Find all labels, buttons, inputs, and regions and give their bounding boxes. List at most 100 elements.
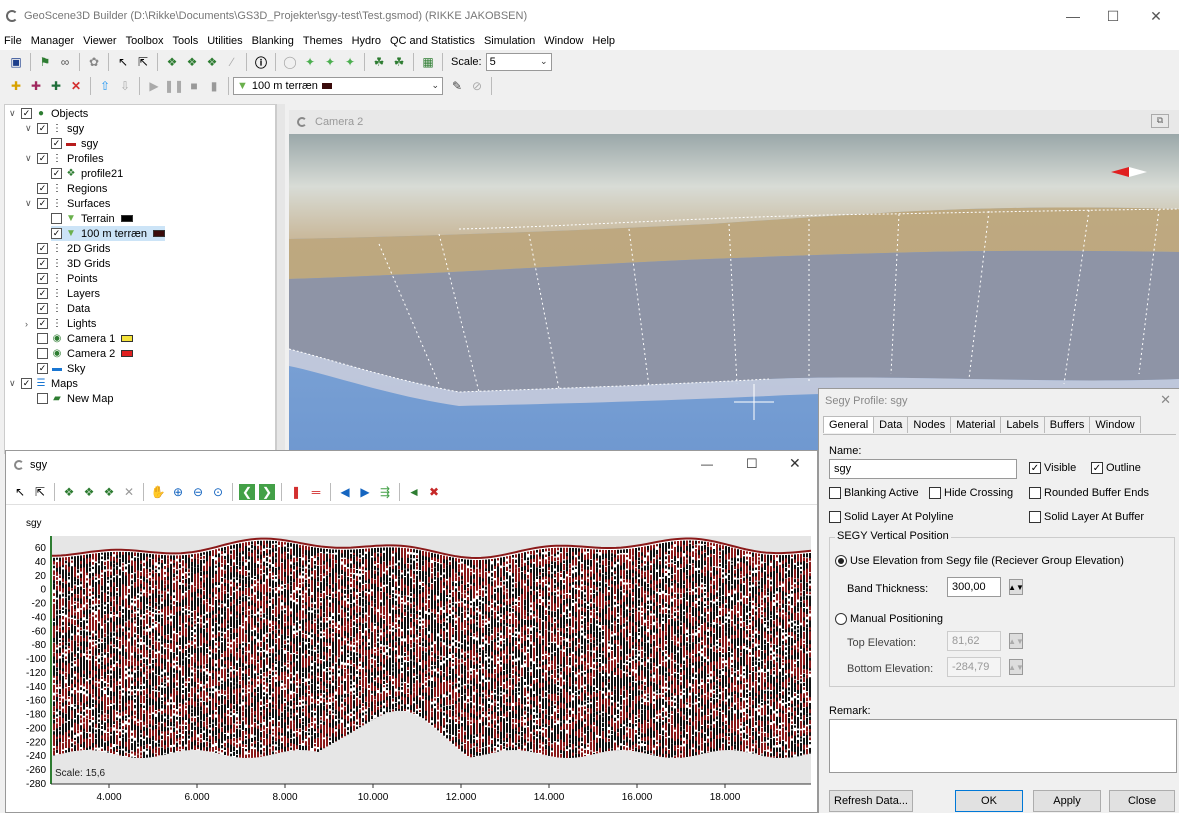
tree-item-data[interactable]: ✓ ⋮ Data xyxy=(37,301,90,316)
tree-item-sgy[interactable]: ✓ ▬ sgy xyxy=(51,136,98,151)
arrow-left-icon[interactable]: ❮ xyxy=(239,483,255,500)
menu-viewer[interactable]: Viewer xyxy=(83,35,116,47)
menu-window[interactable]: Window xyxy=(544,35,583,47)
fish-delete-icon[interactable]: ✖ xyxy=(426,484,442,500)
tree-item-100m-terraen[interactable]: ✓ ▼ 100 m terræn xyxy=(51,226,166,241)
horizontal-line-icon[interactable]: ═ xyxy=(308,484,324,500)
line-tool-icon[interactable]: ∕ xyxy=(224,54,240,70)
checkbox[interactable] xyxy=(37,333,48,344)
play-icon[interactable]: ▶ xyxy=(146,78,162,94)
tree-item-camera-2[interactable]: ◉ Camera 2 xyxy=(37,346,134,361)
point-delete-icon[interactable]: ✦ xyxy=(342,54,358,70)
tree-item-2d-grids[interactable]: ✓ ⋮ 2D Grids xyxy=(37,241,110,256)
select-multi-icon[interactable]: ⇱ xyxy=(135,54,151,70)
move-down-icon[interactable]: ⇩ xyxy=(117,78,133,94)
maximize-button[interactable]: ☐ xyxy=(1090,0,1136,32)
checkbox[interactable]: ✓ xyxy=(37,123,48,134)
select-arrow-icon[interactable]: ↖ xyxy=(12,484,28,500)
add-down-icon[interactable]: ✚ xyxy=(8,78,24,94)
sgy-section-chart[interactable]: sgy 6040200-20-40-60-80-100-120-140-160-… xyxy=(6,506,817,813)
info-icon[interactable]: ⓘ xyxy=(253,54,269,70)
checkbox[interactable]: ✓ xyxy=(37,303,48,314)
vertical-line-icon[interactable]: ❚ xyxy=(288,484,304,500)
minimize-button[interactable]: — xyxy=(701,457,713,471)
previous-icon[interactable]: ◀ xyxy=(337,484,353,500)
profile-edit-icon[interactable]: ❖ xyxy=(101,484,117,500)
zoom-in-icon[interactable]: ⊕ xyxy=(170,484,186,500)
tree-item-sgy-group[interactable]: ∨ ✓ ⋮ sgy xyxy=(25,121,84,136)
eraser-icon[interactable]: ⊘ xyxy=(469,78,485,94)
point-add-icon[interactable]: ✦ xyxy=(302,54,318,70)
checkbox[interactable]: ✓ xyxy=(37,273,48,284)
checkbox[interactable]: ✓ xyxy=(21,108,32,119)
profile-add-icon[interactable]: ❖ xyxy=(184,54,200,70)
tree-item-sky[interactable]: ✓ ▬ Sky xyxy=(37,361,85,376)
menu-toolbox[interactable]: Toolbox xyxy=(126,35,164,47)
menu-blanking[interactable]: Blanking xyxy=(252,35,294,47)
menu-hydro[interactable]: Hydro xyxy=(352,35,381,47)
save-icon[interactable]: ▣ xyxy=(8,54,24,70)
point-move-icon[interactable]: ✦ xyxy=(322,54,338,70)
tree-item-terrain[interactable]: ▼ Terrain xyxy=(51,211,133,226)
checkbox[interactable]: ✓ xyxy=(51,228,62,239)
checkbox[interactable]: ✓ xyxy=(37,258,48,269)
layer-select[interactable]: ▼ 100 m terræn ⌄ xyxy=(233,77,443,95)
checkbox[interactable]: ✓ xyxy=(21,378,32,389)
checkbox[interactable]: ✓ xyxy=(37,243,48,254)
menu-themes[interactable]: Themes xyxy=(303,35,343,47)
pause-icon[interactable]: ❚❚ xyxy=(164,78,184,94)
tree-item-maps[interactable]: ∨ ✓ ☰ Maps xyxy=(9,376,78,391)
menu-help[interactable]: Help xyxy=(592,35,615,47)
zoom-out-icon[interactable]: ⊖ xyxy=(190,484,206,500)
menu-file[interactable]: File xyxy=(4,35,22,47)
swap-icon[interactable]: ⇶ xyxy=(377,484,393,500)
fish-icon[interactable]: ◄ xyxy=(406,484,422,500)
chevron-down-icon[interactable]: ∨ xyxy=(25,123,35,134)
chevron-right-icon[interactable]: › xyxy=(25,319,35,329)
maximize-button[interactable]: ☐ xyxy=(746,456,758,472)
add-right-icon[interactable]: ✚ xyxy=(48,78,64,94)
tree-item-regions[interactable]: ✓ ⋮ Regions xyxy=(37,181,107,196)
profile-tool-icon[interactable]: ❖ xyxy=(164,54,180,70)
checkbox[interactable]: ✓ xyxy=(37,288,48,299)
pin-icon[interactable]: ◯ xyxy=(282,54,298,70)
tree-item-surfaces[interactable]: ∨ ✓ ⋮ Surfaces xyxy=(25,196,110,211)
checkbox[interactable]: ✓ xyxy=(37,198,48,209)
tree-item-objects[interactable]: ∨ ✓ ● Objects xyxy=(9,106,88,121)
restore-icon[interactable]: ⧉ xyxy=(1151,114,1169,128)
close-button[interactable]: ✕ xyxy=(1133,0,1179,32)
chevron-down-icon[interactable]: ∨ xyxy=(25,198,35,209)
next-icon[interactable]: ▶ xyxy=(357,484,373,500)
delete-icon[interactable]: ✕ xyxy=(68,78,84,94)
arrow-right-icon[interactable]: ❯ xyxy=(259,483,275,500)
settings-icon[interactable]: ✿ xyxy=(86,54,102,70)
chevron-down-icon[interactable]: ∨ xyxy=(9,108,19,119)
stop-icon[interactable]: ■ xyxy=(186,78,202,94)
menu-qc-statistics[interactable]: QC and Statistics xyxy=(390,35,475,47)
map-layers-icon[interactable]: ☘ xyxy=(391,54,407,70)
checkbox[interactable]: ✓ xyxy=(37,153,48,164)
tree-item-lights[interactable]: › ✓ ⋮ Lights xyxy=(25,316,96,331)
checkbox[interactable]: ✓ xyxy=(37,363,48,374)
chevron-down-icon[interactable]: ∨ xyxy=(25,153,35,164)
splitter[interactable] xyxy=(276,104,285,454)
select-multi-icon[interactable]: ⇱ xyxy=(32,484,48,500)
tree-item-layers[interactable]: ✓ ⋮ Layers xyxy=(37,286,100,301)
zoom-extent-icon[interactable]: ⊙ xyxy=(210,484,226,500)
checkbox[interactable] xyxy=(51,213,62,224)
checkbox[interactable]: ✓ xyxy=(37,183,48,194)
add-up-icon[interactable]: ✚ xyxy=(28,78,44,94)
map-icon[interactable]: ☘ xyxy=(371,54,387,70)
tree-item-3d-grids[interactable]: ✓ ⋮ 3D Grids xyxy=(37,256,110,271)
record-icon[interactable]: ▮ xyxy=(206,78,222,94)
tree-item-profile21[interactable]: ✓ ❖ profile21 xyxy=(51,166,123,181)
pan-hand-icon[interactable]: ✋ xyxy=(150,484,166,500)
checkbox[interactable]: ✓ xyxy=(51,168,62,179)
scale-select[interactable]: 5 ⌄ xyxy=(485,53,552,71)
pencil-icon[interactable]: ✎ xyxy=(449,78,465,94)
menu-manager[interactable]: Manager xyxy=(31,35,74,47)
checkbox[interactable] xyxy=(37,348,48,359)
checkbox[interactable]: ✓ xyxy=(51,138,62,149)
tree-item-new-map[interactable]: ▰ New Map xyxy=(37,391,113,406)
close-button[interactable]: ✕ xyxy=(789,455,801,472)
